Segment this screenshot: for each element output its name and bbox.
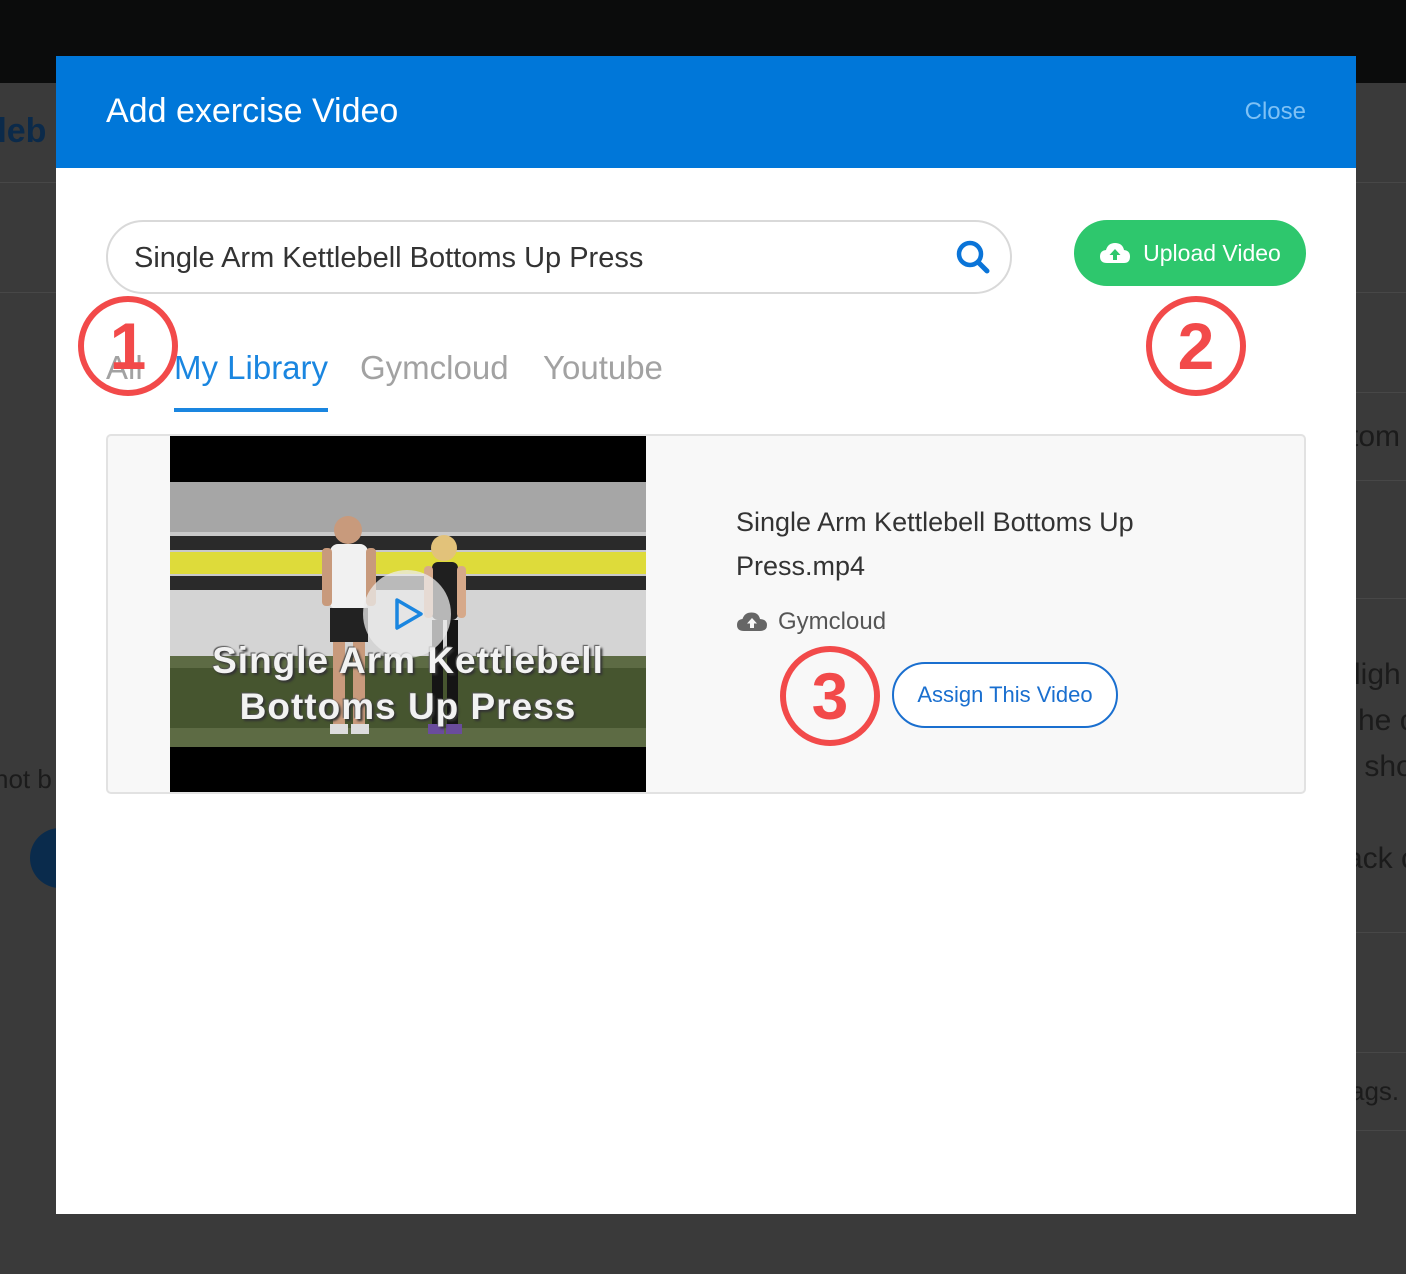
background-text: he c xyxy=(1358,704,1406,737)
background-divider xyxy=(1356,598,1406,599)
tab-youtube[interactable]: Youtube xyxy=(543,342,663,412)
upload-video-label: Upload Video xyxy=(1143,239,1281,266)
upload-video-button[interactable]: Upload Video xyxy=(1074,220,1306,286)
play-button[interactable] xyxy=(363,570,451,658)
video-result-card: Single Arm Kettlebell Bottoms Up Press S… xyxy=(106,434,1306,794)
background-divider xyxy=(1356,1052,1406,1053)
background-text: not b xyxy=(0,764,52,794)
tab-gymcloud[interactable]: Gymcloud xyxy=(360,342,509,412)
background-text: tom xyxy=(1350,420,1401,453)
background-divider xyxy=(1356,392,1406,393)
close-button[interactable]: Close xyxy=(1245,98,1306,126)
background-text: ligh xyxy=(1354,658,1401,691)
tab-my-library[interactable]: My Library xyxy=(174,342,329,412)
cloud-icon xyxy=(737,612,767,631)
modal-title: Add exercise Video xyxy=(106,92,399,130)
video-thumbnail[interactable]: Single Arm Kettlebell Bottoms Up Press xyxy=(170,436,646,792)
background-title-fragment: tleb xyxy=(0,112,47,150)
annotation-marker: 1 xyxy=(78,296,178,396)
background-divider xyxy=(1356,1130,1406,1131)
annotation-marker: 2 xyxy=(1146,296,1246,396)
search-icon[interactable] xyxy=(954,238,992,276)
search-box xyxy=(106,220,1012,294)
cloud-upload-icon xyxy=(1100,243,1131,263)
background-text: ags. xyxy=(1350,1076,1400,1106)
video-file-name: Single Arm Kettlebell Bottoms Up Press.m… xyxy=(736,507,1134,581)
modal-header: Add exercise Video Close xyxy=(56,56,1356,168)
video-source-label: Gymcloud xyxy=(778,608,887,635)
background-divider xyxy=(1356,932,1406,933)
video-source: Gymcloud xyxy=(736,608,886,636)
assign-video-button[interactable]: Assign This Video xyxy=(892,662,1118,728)
play-icon xyxy=(395,598,423,630)
annotation-marker: 3 xyxy=(780,646,880,746)
background-divider xyxy=(1356,480,1406,481)
add-video-modal: Add exercise Video Close Upload Video Al… xyxy=(56,56,1356,1214)
thumbnail-caption-line: Bottoms Up Press xyxy=(239,686,577,727)
search-input[interactable] xyxy=(132,234,936,282)
